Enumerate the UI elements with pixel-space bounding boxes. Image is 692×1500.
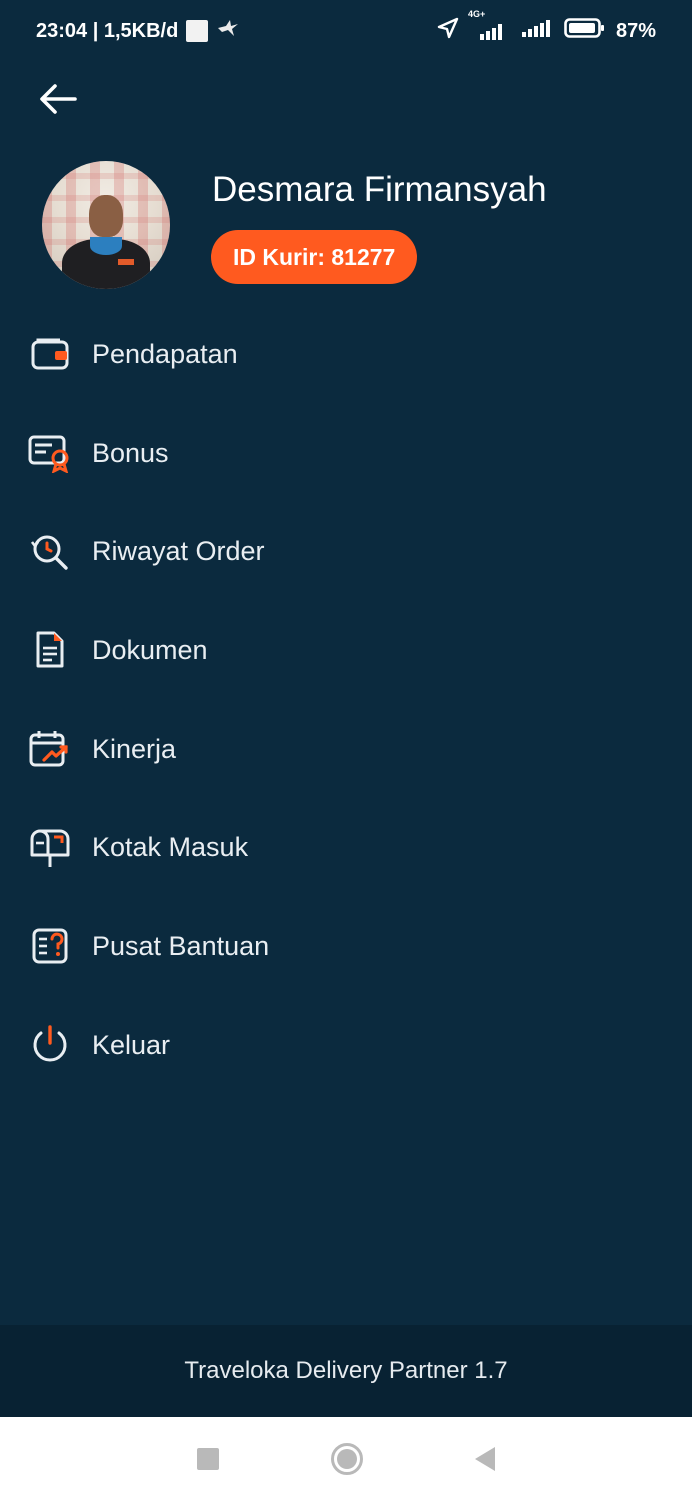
back-button[interactable]	[34, 78, 82, 120]
battery-percent: 87%	[615, 19, 656, 42]
status-left: 23:04 | 1,5KB/d	[36, 18, 240, 44]
notification-square-icon	[186, 20, 209, 42]
menu-item-kotak-masuk[interactable]: Kotak Masuk	[0, 798, 692, 897]
menu-item-keluar[interactable]: Keluar	[0, 996, 692, 1095]
recent-apps-button[interactable]	[197, 1447, 219, 1470]
home-button[interactable]	[331, 1442, 363, 1475]
avatar	[42, 161, 170, 289]
app-version-footer: Traveloka Delivery Partner 1.7	[0, 1325, 692, 1417]
menu-item-label: Riwayat Order	[92, 536, 265, 567]
profile-header: Desmara Firmansyah ID Kurir: 81277	[0, 150, 692, 300]
menu-item-label: Pendapatan	[92, 338, 238, 369]
menu-item-label: Kinerja	[92, 733, 177, 764]
top-bar	[0, 62, 692, 142]
menu-item-label: Pusat Bantuan	[92, 930, 270, 961]
power-icon	[28, 1023, 72, 1067]
help-center-icon	[28, 924, 72, 968]
menu-item-riwayat-order[interactable]: Riwayat Order	[0, 502, 692, 601]
menu-item-pendapatan[interactable]: Pendapatan	[0, 305, 692, 404]
status-right: 4G+ 87%	[436, 9, 656, 46]
document-icon	[28, 628, 72, 672]
location-arrow-icon	[436, 16, 460, 46]
bird-notification-icon	[216, 18, 240, 44]
courier-name: Desmara Firmansyah	[212, 170, 547, 209]
courier-id-badge: ID Kurir: 81277	[211, 230, 418, 284]
menu-item-label: Bonus	[92, 437, 169, 468]
history-search-icon	[28, 530, 72, 574]
status-bar: 23:04 | 1,5KB/d 4G+ 87%	[0, 0, 692, 62]
menu-item-dokumen[interactable]: Dokumen	[0, 601, 692, 700]
mailbox-icon	[28, 826, 72, 870]
arrow-left-icon	[40, 84, 77, 114]
menu-item-label: Dokumen	[92, 634, 208, 665]
system-navigation-bar	[0, 1417, 692, 1500]
signal-4g-icon: 4G+	[468, 9, 510, 41]
app-version-text: Traveloka Delivery Partner 1.7	[184, 1357, 508, 1384]
system-back-button[interactable]	[475, 1446, 495, 1471]
menu-item-kinerja[interactable]: Kinerja	[0, 700, 692, 799]
battery-icon	[564, 17, 606, 45]
network-type-label: 4G+	[467, 9, 486, 19]
menu-item-pusat-bantuan[interactable]: Pusat Bantuan	[0, 897, 692, 996]
bonus-card-icon	[28, 431, 72, 475]
performance-calendar-icon	[28, 727, 72, 771]
menu-item-label: Kotak Masuk	[92, 832, 249, 863]
status-time-info: 23:04 | 1,5KB/d	[36, 19, 179, 42]
signal-bars-icon	[520, 18, 554, 44]
drawer-menu: Pendapatan Bonus Riwayat Order Dokumen K…	[0, 305, 692, 1095]
wallet-icon	[28, 332, 72, 376]
menu-item-bonus[interactable]: Bonus	[0, 404, 692, 503]
menu-item-label: Keluar	[92, 1029, 171, 1060]
